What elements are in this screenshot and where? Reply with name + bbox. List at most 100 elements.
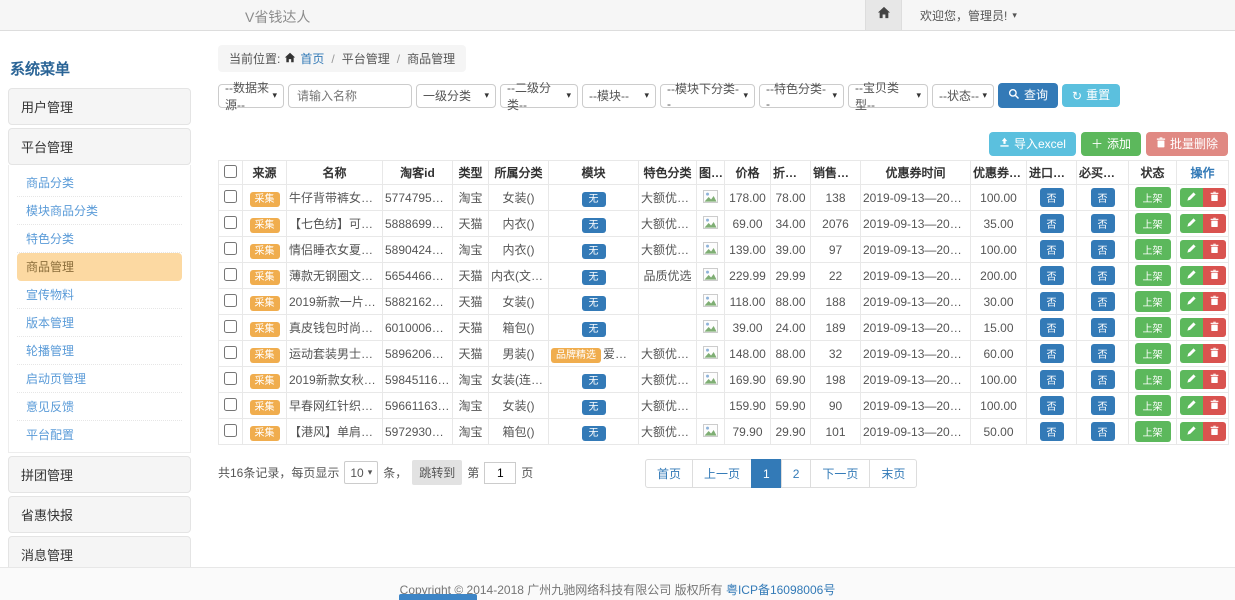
edit-button[interactable] bbox=[1180, 240, 1203, 259]
sidebar-item[interactable]: 商品分类 bbox=[17, 169, 182, 197]
edit-button[interactable] bbox=[1180, 370, 1203, 389]
row-checkbox[interactable] bbox=[224, 242, 237, 255]
row-checkbox[interactable] bbox=[224, 398, 237, 411]
page-button-1[interactable]: 1 bbox=[751, 459, 782, 488]
home-button[interactable] bbox=[865, 0, 902, 30]
filter-select-feature-category[interactable]: --特色分类--▾ bbox=[759, 84, 844, 108]
row-checkbox[interactable] bbox=[224, 190, 237, 203]
select-all-checkbox[interactable] bbox=[224, 165, 237, 178]
row-checkbox[interactable] bbox=[224, 346, 237, 359]
delete-button[interactable] bbox=[1203, 214, 1226, 233]
page-jump-input[interactable] bbox=[484, 462, 516, 484]
row-checkbox[interactable] bbox=[224, 268, 237, 281]
filter-select-module-subcategory[interactable]: --模块下分类--▾ bbox=[660, 84, 755, 108]
must-buy-toggle[interactable]: 否 bbox=[1091, 344, 1115, 363]
sidebar-item[interactable]: 平台配置 bbox=[17, 421, 182, 448]
status-button[interactable]: 上架 bbox=[1135, 239, 1171, 260]
reset-button[interactable]: ↻ 重置 bbox=[1062, 84, 1120, 107]
status-button[interactable]: 上架 bbox=[1135, 265, 1171, 286]
must-buy-toggle[interactable]: 否 bbox=[1091, 240, 1115, 259]
status-button[interactable]: 上架 bbox=[1135, 421, 1171, 442]
edit-button[interactable] bbox=[1180, 318, 1203, 337]
filter-select-level2-category[interactable]: --二级分类--▾ bbox=[500, 84, 578, 108]
page-button-上一页[interactable]: 上一页 bbox=[692, 459, 752, 488]
add-button[interactable]: ＋ 添加 bbox=[1081, 132, 1141, 156]
filter-select-source[interactable]: --数据来源--▾ bbox=[218, 84, 284, 108]
status-button[interactable]: 上架 bbox=[1135, 187, 1171, 208]
sidebar-item[interactable]: 特色分类 bbox=[17, 225, 182, 253]
must-buy-toggle[interactable]: 否 bbox=[1091, 188, 1115, 207]
sidebar-item[interactable]: 意见反馈 bbox=[17, 393, 182, 421]
import-excel-button[interactable]: 导入excel bbox=[989, 132, 1076, 156]
page-button-下一页[interactable]: 下一页 bbox=[810, 459, 870, 488]
page-button-2[interactable]: 2 bbox=[781, 459, 812, 488]
sidebar-group-4[interactable]: 省惠快报 bbox=[8, 496, 191, 533]
sidebar-item[interactable]: 商品管理 bbox=[17, 253, 182, 281]
icp-link[interactable]: 粤ICP备16098006号 bbox=[726, 583, 835, 597]
must-buy-toggle[interactable]: 否 bbox=[1091, 370, 1115, 389]
edit-button[interactable] bbox=[1180, 396, 1203, 415]
must-buy-toggle[interactable]: 否 bbox=[1091, 396, 1115, 415]
delete-button[interactable] bbox=[1203, 396, 1226, 415]
filter-select-item-type[interactable]: --宝贝类型--▾ bbox=[848, 84, 928, 108]
edit-button[interactable] bbox=[1180, 214, 1203, 233]
import-select-toggle[interactable]: 否 bbox=[1040, 396, 1064, 415]
per-page-select[interactable]: 10 ▾ bbox=[344, 461, 378, 484]
sidebar-group-2[interactable]: 平台管理 bbox=[8, 128, 191, 165]
user-menu[interactable]: 欢迎您，管理员! ▾ bbox=[920, 7, 1017, 24]
delete-button[interactable] bbox=[1203, 188, 1226, 207]
sidebar-group-1[interactable]: 用户管理 bbox=[8, 88, 191, 125]
must-buy-toggle[interactable]: 否 bbox=[1091, 422, 1115, 441]
row-checkbox[interactable] bbox=[224, 320, 237, 333]
status-button[interactable]: 上架 bbox=[1135, 291, 1171, 312]
edit-button[interactable] bbox=[1180, 188, 1203, 207]
delete-button[interactable] bbox=[1203, 266, 1226, 285]
must-buy-toggle[interactable]: 否 bbox=[1091, 292, 1115, 311]
edit-button[interactable] bbox=[1180, 266, 1203, 285]
import-select-toggle[interactable]: 否 bbox=[1040, 344, 1064, 363]
edit-button[interactable] bbox=[1180, 422, 1203, 441]
sidebar-item[interactable]: 启动页管理 bbox=[17, 365, 182, 393]
import-select-toggle[interactable]: 否 bbox=[1040, 318, 1064, 337]
status-button[interactable]: 上架 bbox=[1135, 369, 1171, 390]
delete-button[interactable] bbox=[1203, 370, 1226, 389]
import-select-toggle[interactable]: 否 bbox=[1040, 188, 1064, 207]
status-button[interactable]: 上架 bbox=[1135, 395, 1171, 416]
name-input[interactable] bbox=[288, 84, 412, 108]
delete-button[interactable] bbox=[1203, 422, 1226, 441]
import-select-toggle[interactable]: 否 bbox=[1040, 240, 1064, 259]
search-button[interactable]: 查询 bbox=[998, 83, 1058, 108]
page-button-首页[interactable]: 首页 bbox=[645, 459, 693, 488]
row-checkbox[interactable] bbox=[224, 372, 237, 385]
import-select-toggle[interactable]: 否 bbox=[1040, 292, 1064, 311]
delete-button[interactable] bbox=[1203, 344, 1226, 363]
import-select-toggle[interactable]: 否 bbox=[1040, 214, 1064, 233]
import-select-toggle[interactable]: 否 bbox=[1040, 266, 1064, 285]
delete-button[interactable] bbox=[1203, 240, 1226, 259]
filter-select-level1-category[interactable]: 一级分类▾ bbox=[416, 84, 496, 108]
row-checkbox[interactable] bbox=[224, 424, 237, 437]
import-select-toggle[interactable]: 否 bbox=[1040, 370, 1064, 389]
sidebar-item[interactable]: 轮播管理 bbox=[17, 337, 182, 365]
must-buy-toggle[interactable]: 否 bbox=[1091, 266, 1115, 285]
filter-select-status[interactable]: --状态--▾ bbox=[932, 84, 994, 108]
jump-button[interactable]: 跳转到 bbox=[412, 460, 462, 485]
delete-button[interactable] bbox=[1203, 318, 1226, 337]
sidebar-group-3[interactable]: 拼团管理 bbox=[8, 456, 191, 493]
status-button[interactable]: 上架 bbox=[1135, 213, 1171, 234]
must-buy-toggle[interactable]: 否 bbox=[1091, 318, 1115, 337]
import-select-toggle[interactable]: 否 bbox=[1040, 422, 1064, 441]
status-button[interactable]: 上架 bbox=[1135, 343, 1171, 364]
page-button-末页[interactable]: 末页 bbox=[869, 459, 917, 488]
delete-button[interactable] bbox=[1203, 292, 1226, 311]
sidebar-item[interactable]: 模块商品分类 bbox=[17, 197, 182, 225]
sidebar-item[interactable]: 版本管理 bbox=[17, 309, 182, 337]
row-checkbox[interactable] bbox=[224, 216, 237, 229]
sidebar-item[interactable]: 宣传物料 bbox=[17, 281, 182, 309]
filter-select-module[interactable]: --模块--▾ bbox=[582, 84, 656, 108]
edit-button[interactable] bbox=[1180, 344, 1203, 363]
status-button[interactable]: 上架 bbox=[1135, 317, 1171, 338]
batch-delete-button[interactable]: 批量删除 bbox=[1146, 132, 1228, 156]
breadcrumb-home-link[interactable]: 首页 bbox=[300, 50, 324, 67]
must-buy-toggle[interactable]: 否 bbox=[1091, 214, 1115, 233]
